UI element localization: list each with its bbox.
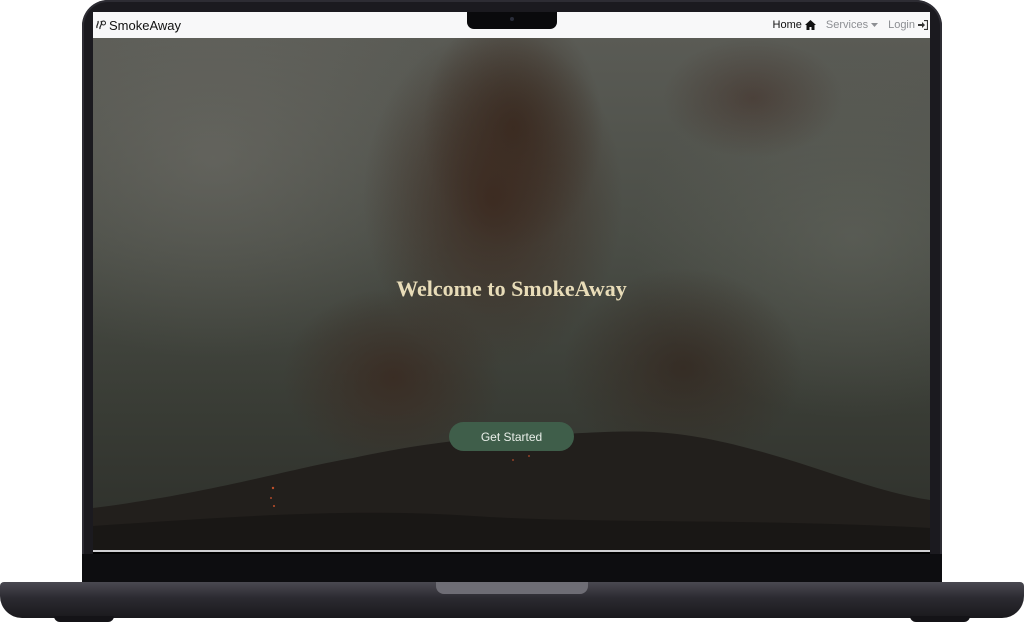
nav-login-label: Login bbox=[888, 19, 915, 31]
nav-services-dropdown[interactable]: Services bbox=[825, 19, 879, 31]
smoke-logo-icon bbox=[96, 20, 106, 30]
screen-bottom-edge bbox=[93, 550, 930, 552]
webcam-icon bbox=[510, 17, 514, 21]
laptop-base-groove bbox=[436, 582, 588, 594]
nav-home-label: Home bbox=[772, 19, 802, 31]
get-started-button[interactable]: Get Started bbox=[449, 422, 574, 451]
laptop-foot-right bbox=[910, 616, 970, 622]
brand-name: SmokeAway bbox=[109, 17, 182, 33]
caret-down-icon bbox=[871, 22, 879, 27]
laptop-foot-left bbox=[54, 616, 114, 622]
nav-home-link[interactable]: Home bbox=[773, 19, 816, 31]
browser-viewport: SmokeAway Home Services Login Welcome to… bbox=[93, 12, 930, 550]
brand[interactable]: SmokeAway bbox=[95, 18, 181, 33]
hero-title: Welcome to SmokeAway bbox=[396, 276, 627, 301]
nav-login-link[interactable]: Login bbox=[888, 19, 928, 31]
nav-services-label: Services bbox=[825, 19, 869, 31]
login-icon bbox=[918, 20, 928, 30]
home-icon bbox=[804, 20, 816, 30]
hero-section: Welcome to SmokeAway Get Started bbox=[93, 38, 930, 550]
laptop-chin bbox=[82, 554, 942, 582]
nav-links: Home Services Login bbox=[763, 19, 928, 31]
